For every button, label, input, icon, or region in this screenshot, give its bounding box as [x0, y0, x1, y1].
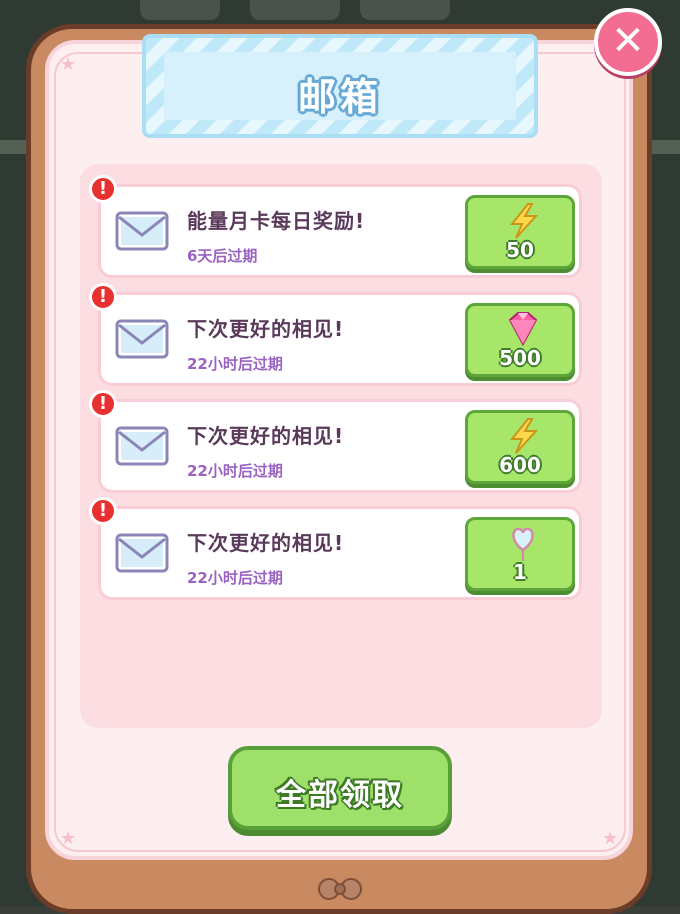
mail-title: 下次更好的相见! [187, 317, 345, 341]
alert-icon: ! [89, 390, 117, 418]
mail-expire-time: 22小时后过期 [187, 569, 283, 587]
close-icon: ✕ [611, 18, 645, 64]
mail-title: 下次更好的相见! [187, 424, 345, 448]
alert-icon: ! [89, 175, 117, 203]
background-tile [250, 0, 340, 20]
background-tile [140, 0, 220, 20]
mail-expire-time: 22小时后过期 [187, 355, 283, 373]
reward-button[interactable]: 500 [465, 303, 575, 377]
alert-icon: ! [89, 497, 117, 525]
mail-item[interactable]: ! 能量月卡每日奖励! 6天后过期 50 [89, 175, 582, 278]
mail-title: 能量月卡每日奖励! [187, 209, 366, 233]
reward-button[interactable]: 1 [465, 517, 575, 591]
reward-button[interactable]: 600 [465, 410, 575, 484]
star-icon: ★ [602, 828, 619, 849]
heart-balloon-icon [512, 527, 534, 561]
reward-count: 1 [513, 560, 527, 584]
alert-icon: ! [89, 283, 117, 311]
star-icon: ★ [60, 828, 77, 849]
reward-count: 500 [499, 346, 541, 370]
claim-all-button[interactable]: 全部领取 [228, 746, 452, 830]
lightning-icon [509, 418, 539, 454]
mail-item[interactable]: ! 下次更好的相见! 22小时后过期 1 [89, 497, 582, 600]
reward-count: 50 [506, 238, 534, 262]
title-banner: 邮箱 [142, 34, 538, 138]
gem-icon [508, 312, 538, 347]
bow-icon [318, 878, 362, 900]
reward-button[interactable]: 50 [465, 195, 575, 269]
close-button[interactable]: ✕ [594, 8, 662, 76]
reward-count: 600 [499, 453, 541, 477]
star-icon: ★ [60, 54, 77, 75]
background-tile [360, 0, 450, 20]
mail-item[interactable]: ! 下次更好的相见! 22小时后过期 500 [89, 283, 582, 386]
lightning-icon [509, 203, 539, 239]
mail-item[interactable]: ! 下次更好的相见! 22小时后过期 600 [89, 390, 582, 493]
envelope-icon [115, 211, 169, 251]
page-title: 邮箱 [297, 75, 382, 119]
envelope-icon [115, 319, 169, 359]
envelope-icon [115, 533, 169, 573]
mail-expire-time: 6天后过期 [187, 247, 258, 265]
mail-title: 下次更好的相见! [187, 531, 345, 555]
envelope-icon [115, 426, 169, 466]
mail-expire-time: 22小时后过期 [187, 462, 283, 480]
claim-all-label: 全部领取 [276, 778, 404, 813]
